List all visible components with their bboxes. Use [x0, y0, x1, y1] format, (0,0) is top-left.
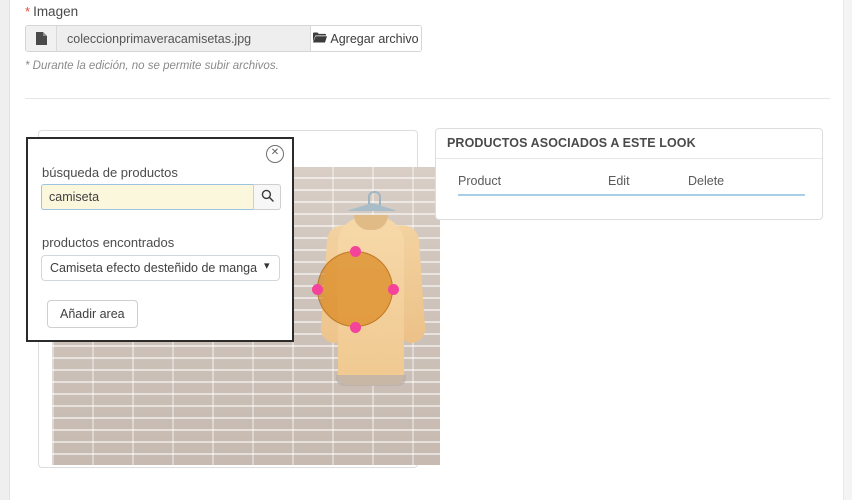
selection-handle-right[interactable]	[388, 284, 399, 295]
column-header-edit: Edit	[608, 174, 630, 188]
right-page-gutter	[843, 0, 852, 500]
selection-handle-left[interactable]	[312, 284, 323, 295]
hanger-bar	[346, 203, 398, 211]
associated-products-title: PRODUCTOS ASOCIADOS A ESTE LOOK	[447, 136, 696, 150]
section-divider	[25, 98, 830, 99]
image-field-label-text: Imagen	[33, 4, 79, 19]
search-icon	[261, 189, 274, 205]
found-products-select[interactable]: Camiseta efecto desteñido de manga corta	[41, 255, 280, 281]
selection-handle-top[interactable]	[350, 246, 361, 257]
table-header-row: Product Edit Delete	[458, 174, 805, 196]
required-asterisk: *	[25, 4, 31, 19]
image-field-help-note: * Durante la edición, no se permite subi…	[25, 60, 279, 72]
close-circle-icon[interactable]: ✕	[266, 145, 284, 163]
add-area-button[interactable]: Añadir area	[47, 300, 138, 328]
page-root: * Imagen coleccionprimaveracamisetas.jpg …	[0, 0, 852, 500]
search-row	[41, 184, 281, 210]
search-label: búsqueda de productos	[42, 165, 178, 180]
file-input-row[interactable]: coleccionprimaveracamisetas.jpg Agregar …	[25, 25, 422, 52]
left-page-gutter	[0, 0, 10, 500]
product-search-input[interactable]	[41, 184, 253, 210]
image-field-label: * Imagen	[25, 4, 825, 19]
column-header-delete: Delete	[688, 174, 725, 188]
product-search-modal: ✕ búsqueda de productos productos encont…	[26, 137, 294, 342]
folder-open-icon	[313, 32, 328, 46]
associated-products-table: Product Edit Delete	[458, 174, 805, 196]
shirt-hem	[336, 375, 406, 386]
associated-products-panel: PRODUCTOS ASOCIADOS A ESTE LOOK Product …	[435, 128, 823, 220]
selection-handle-bottom[interactable]	[350, 322, 361, 333]
selection-circle-overlay[interactable]	[317, 251, 393, 327]
search-button[interactable]	[253, 184, 281, 210]
file-icon	[26, 26, 57, 51]
column-header-product: Product	[458, 174, 502, 188]
panel-header-divider	[436, 158, 822, 159]
add-file-button[interactable]: Agregar archivo	[310, 26, 421, 51]
found-products-label: productos encontrados	[42, 235, 175, 250]
add-file-button-label: Agregar archivo	[330, 31, 419, 46]
image-field-block: * Imagen coleccionprimaveracamisetas.jpg …	[25, 4, 825, 72]
file-name-display: coleccionprimaveracamisetas.jpg	[57, 26, 310, 51]
